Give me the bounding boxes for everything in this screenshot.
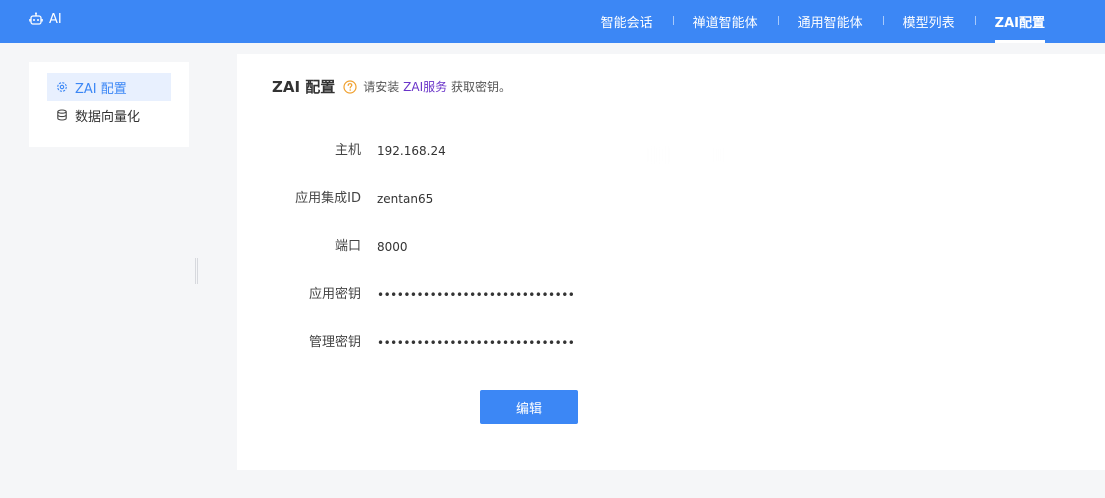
field-app-secret: 应用密钥 •••••••••••••••••••••••••••••• xyxy=(237,285,837,305)
field-label: 应用密钥 xyxy=(308,287,361,302)
sidebar: ZAI 配置 数据向量化 xyxy=(29,62,189,147)
install-tip: 请安装 ZAI服务 获取密钥。 xyxy=(363,78,511,95)
app-brand[interactable]: AI xyxy=(29,10,62,28)
field-value: •••••••••••••••••••••••••••••• xyxy=(377,336,575,350)
zai-service-link[interactable]: ZAI服务 xyxy=(403,80,447,94)
brand-label: AI xyxy=(49,11,62,27)
gear-icon xyxy=(57,82,67,92)
sidebar-item-data-vectorize[interactable]: 数据向量化 xyxy=(47,101,171,129)
panel-header: ZAI 配置 请安装 ZAI服务 获取密钥。 xyxy=(272,76,511,97)
edit-button[interactable]: 编辑 xyxy=(480,390,578,424)
field-host: 主机 192.168.24 xyxy=(237,141,837,161)
nav-item-general-agent[interactable]: 通用智能体 xyxy=(777,0,883,43)
tip-prefix: 请安装 xyxy=(363,80,400,94)
config-panel: ZAI 配置 请安装 ZAI服务 获取密钥。 主机 192.168.24 应用集… xyxy=(237,54,1105,470)
nav-item-zentao-agent[interactable]: 禅道智能体 xyxy=(672,0,778,43)
field-label: 主机 xyxy=(334,143,361,158)
field-value: 192.168.24 xyxy=(377,144,446,158)
robot-icon xyxy=(29,12,43,25)
field-label: 端口 xyxy=(334,239,361,254)
nav-item-chat[interactable]: 智能会话 xyxy=(581,0,673,43)
field-value: zentan65 xyxy=(377,192,434,206)
sidebar-item-label: ZAI 配置 xyxy=(75,81,127,97)
database-icon xyxy=(57,109,67,121)
nav-item-zai-config[interactable]: ZAI配置 xyxy=(974,0,1065,43)
field-app-integration-id: 应用集成ID zentan65 xyxy=(237,189,837,209)
field-admin-secret: 管理密钥 •••••••••••••••••••••••••••••• xyxy=(237,333,837,353)
main-nav: 智能会话 禅道智能体 通用智能体 模型列表 ZAI配置 xyxy=(581,0,1065,43)
field-value: •••••••••••••••••••••••••••••• xyxy=(377,288,575,302)
field-label: 应用集成ID xyxy=(295,191,361,206)
redaction-blur xyxy=(647,146,725,164)
question-circle-icon[interactable] xyxy=(343,79,357,94)
field-label: 管理密钥 xyxy=(308,335,361,350)
top-navbar: AI 智能会话 禅道智能体 通用智能体 模型列表 ZAI配置 xyxy=(0,0,1105,43)
sidebar-item-label: 数据向量化 xyxy=(75,109,141,125)
sidebar-item-zai-config[interactable]: ZAI 配置 xyxy=(47,73,171,101)
resize-handle[interactable] xyxy=(195,258,198,284)
field-port: 端口 8000 xyxy=(237,237,837,257)
page-title: ZAI 配置 xyxy=(272,78,336,96)
field-value: 8000 xyxy=(377,240,408,254)
tip-suffix: 获取密钥。 xyxy=(450,80,511,94)
nav-item-model-list[interactable]: 模型列表 xyxy=(882,0,975,43)
